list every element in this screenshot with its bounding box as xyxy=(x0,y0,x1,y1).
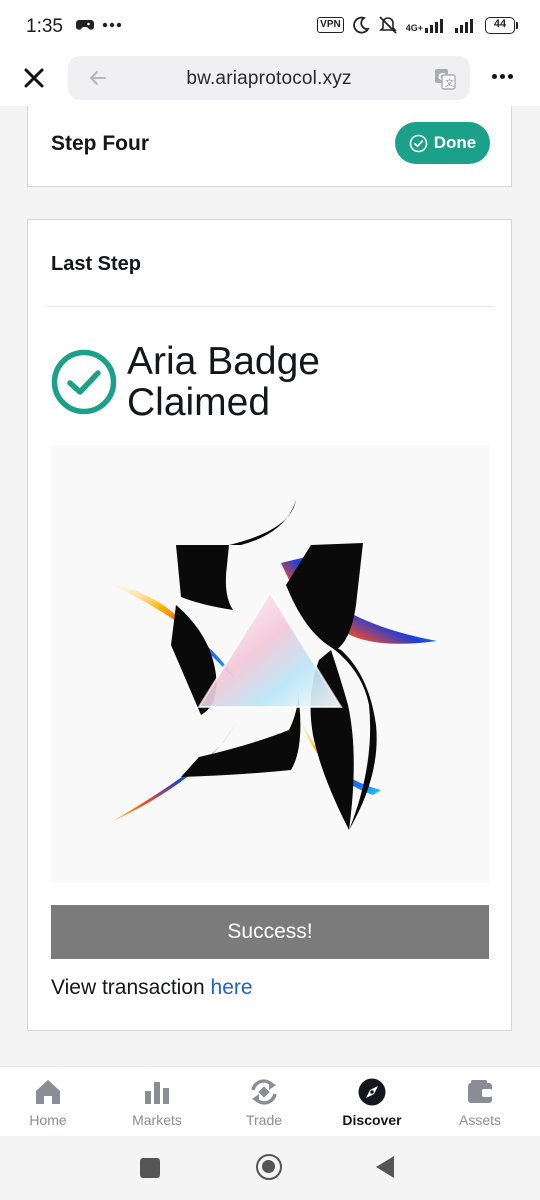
tx-prefix: View transaction xyxy=(51,976,211,999)
close-icon[interactable] xyxy=(22,66,46,90)
moon-icon xyxy=(352,16,370,34)
wallet-icon xyxy=(468,1080,492,1103)
done-badge: Done xyxy=(395,122,490,164)
transaction-link[interactable]: here xyxy=(211,976,253,999)
last-step-title: Last Step xyxy=(51,253,142,275)
more-icon[interactable] xyxy=(492,74,513,79)
home-circle-icon[interactable] xyxy=(256,1154,282,1180)
claim-title: Aria Badge Claimed xyxy=(127,340,320,424)
nav-discover[interactable]: Discover xyxy=(322,1077,422,1128)
home-icon xyxy=(36,1080,60,1104)
done-label: Done xyxy=(433,133,477,152)
more-dots-icon xyxy=(102,22,122,28)
trade-icon xyxy=(251,1079,277,1105)
recents-icon[interactable] xyxy=(140,1158,160,1178)
translate-icon[interactable]: G 文 xyxy=(434,68,456,90)
bar-chart-icon xyxy=(145,1082,169,1104)
mute-icon xyxy=(378,16,397,34)
bottom-nav: Home Markets Trade Discover Assets xyxy=(0,1066,540,1136)
signal-icon-2 xyxy=(455,19,473,33)
address-bar[interactable]: bw.ariaprotocol.xyz G 文 xyxy=(68,56,470,100)
back-triangle-icon[interactable] xyxy=(376,1156,394,1178)
network-label: 4G+ xyxy=(405,23,423,33)
system-nav-bar xyxy=(0,1136,540,1200)
svg-text:文: 文 xyxy=(445,77,454,89)
status-time: 1:35 xyxy=(26,16,63,37)
game-controller-icon xyxy=(76,20,94,30)
aria-badge-image xyxy=(51,445,489,883)
nav-assets[interactable]: Assets xyxy=(430,1077,530,1128)
vpn-badge: VPN xyxy=(317,17,344,33)
browser-toolbar: bw.ariaprotocol.xyz G 文 xyxy=(0,54,540,106)
nav-trade[interactable]: Trade xyxy=(214,1077,314,1128)
success-check-icon xyxy=(51,349,117,415)
check-circle-icon xyxy=(409,134,428,152)
status-bar: 1:35 VPN 4G+ 44 xyxy=(0,0,540,54)
step-four-card: Step Four Done xyxy=(27,106,512,187)
url-text[interactable]: bw.ariaprotocol.xyz xyxy=(68,68,470,90)
step-four-title: Step Four xyxy=(51,132,149,155)
view-transaction-line: View transaction here xyxy=(51,976,253,1000)
nav-markets[interactable]: Markets xyxy=(107,1077,207,1128)
nav-home[interactable]: Home xyxy=(0,1077,98,1128)
last-step-card: Last Step Aria Badge Claimed Success! Vi… xyxy=(27,219,512,1031)
divider xyxy=(46,306,494,307)
success-button[interactable]: Success! xyxy=(51,905,489,959)
battery-icon: 44 xyxy=(485,16,518,34)
compass-icon xyxy=(358,1078,386,1106)
signal-icon xyxy=(425,19,443,33)
